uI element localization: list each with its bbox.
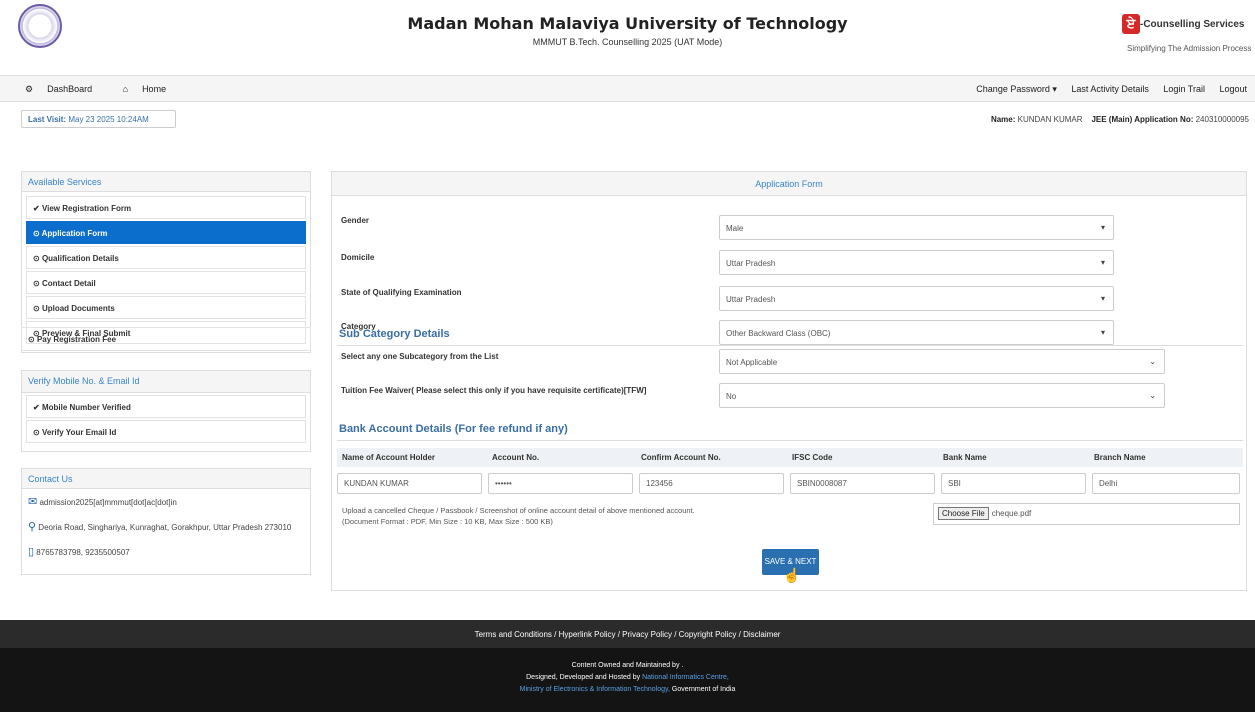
service-qualification-details[interactable]: ⊙ Qualification Details bbox=[26, 246, 306, 269]
subcategory-label: Select any one Subcategory from the List bbox=[341, 352, 499, 361]
contact-phone: 8765783798, 9235500507 bbox=[36, 548, 130, 557]
chevron-down-icon: ▾ bbox=[1100, 294, 1105, 303]
gender-select[interactable]: Male ▾ bbox=[719, 215, 1114, 240]
col-account-holder: Name of Account Holder bbox=[342, 453, 436, 462]
cheque-file-input[interactable]: Choose File cheque.pdf bbox=[933, 503, 1240, 525]
nic-link[interactable]: National Informatics Centre, bbox=[642, 674, 729, 681]
top-navbar: ⚙ DashBoard ⌂ Home Change Password ▾ Last … bbox=[0, 75, 1255, 102]
email-icon: ✉ bbox=[28, 496, 38, 508]
col-confirm-account-no: Confirm Account No. bbox=[641, 453, 721, 462]
ifsc-code-input[interactable]: SBIN0008087 bbox=[790, 473, 935, 494]
nav-last-activity[interactable]: Last Activity Details bbox=[1071, 84, 1149, 94]
footer-links[interactable]: Terms and Conditions / Hyperlink Policy … bbox=[0, 620, 1255, 648]
verify-email-item[interactable]: ⊙ Verify Your Email Id bbox=[26, 420, 306, 443]
category-select[interactable]: Other Backward Class (OBC) ▾ bbox=[719, 320, 1114, 345]
verify-panel: Verify Mobile No. & Email Id ✔ Mobile Nu… bbox=[21, 370, 311, 452]
last-visit-value: May 23 2025 10:24AM bbox=[68, 115, 149, 124]
chevron-down-icon: ▾ bbox=[1100, 223, 1105, 232]
divider bbox=[337, 440, 1243, 441]
gender-label: Gender bbox=[341, 216, 370, 225]
service-contact-detail[interactable]: ⊙ Contact Detail bbox=[26, 271, 306, 294]
page-header: Madan Mohan Malaviya University of Techn… bbox=[0, 0, 1255, 68]
state-qualifying-select[interactable]: Uttar Pradesh ▾ bbox=[719, 286, 1114, 311]
circle-icon: ⊙ bbox=[28, 335, 35, 344]
services-panel-title: Available Services bbox=[22, 172, 310, 192]
nav-login-trail[interactable]: Login Trail bbox=[1163, 84, 1205, 94]
state-qualifying-label: State of Qualifying Examination bbox=[341, 288, 462, 297]
nav-logout[interactable]: Logout bbox=[1219, 84, 1247, 94]
col-account-no: Account No. bbox=[492, 453, 540, 462]
dashboard-icon: ⚙ bbox=[25, 84, 34, 94]
university-title: Madan Mohan Malaviya University of Techn… bbox=[407, 14, 848, 33]
circle-icon: ⊙ bbox=[33, 229, 40, 238]
contact-email: admission2025[at]mmmut[dot]ac[dot]in bbox=[39, 498, 177, 507]
confirm-account-no-input[interactable]: 123456 bbox=[639, 473, 784, 494]
col-ifsc-code: IFSC Code bbox=[792, 453, 833, 462]
footer-credits: Content Owned and Maintained by . Design… bbox=[0, 648, 1255, 712]
col-bank-name: Bank Name bbox=[943, 453, 987, 462]
counselling-services-title: -Counselling Services bbox=[1140, 19, 1245, 30]
choose-file-button[interactable]: Choose File bbox=[938, 507, 989, 520]
check-icon: ✔ bbox=[33, 204, 40, 213]
verify-panel-title: Verify Mobile No. & Email Id bbox=[22, 371, 310, 393]
check-icon: ✔ bbox=[33, 403, 40, 412]
bank-table-header: Name of Account Holder Account No. Confi… bbox=[337, 448, 1243, 467]
col-branch-name: Branch Name bbox=[1094, 453, 1146, 462]
subcategory-heading: Sub Category Details bbox=[339, 328, 450, 340]
service-upload-documents[interactable]: ⊙ Upload Documents bbox=[26, 296, 306, 319]
meity-link[interactable]: Ministry of Electronics & Information Te… bbox=[520, 686, 670, 693]
circle-icon: ⊙ bbox=[33, 279, 40, 288]
chevron-down-icon: ▾ bbox=[1100, 328, 1105, 337]
user-name: KUNDAN KUMAR bbox=[1017, 115, 1083, 124]
bank-heading: Bank Account Details (For fee refund if … bbox=[339, 423, 568, 435]
portal-subtitle: MMMUT B.Tech. Counselling 2025 (UAT Mode… bbox=[532, 37, 723, 47]
account-no-input[interactable]: •••••• bbox=[488, 473, 633, 494]
chevron-down-icon: ⌄ bbox=[1149, 357, 1156, 366]
domicile-label: Domicile bbox=[341, 253, 375, 262]
branch-name-input[interactable]: Delhi bbox=[1092, 473, 1240, 494]
tfw-label: Tuition Fee Waiver( Please select this o… bbox=[341, 386, 647, 395]
nav-change-password[interactable]: Change Password ▾ bbox=[976, 84, 1057, 94]
contact-address: Deoria Road, Singhariya, Kunraghat, Gora… bbox=[38, 523, 292, 532]
last-visit-label: Last Visit: bbox=[28, 115, 67, 124]
home-icon: ⌂ bbox=[122, 84, 129, 94]
counselling-logo-icon: ਏ bbox=[1122, 14, 1140, 34]
domicile-select[interactable]: Uttar Pradesh ▾ bbox=[719, 250, 1114, 275]
application-number: 240310000095 bbox=[1195, 115, 1249, 124]
mobile-verified-item[interactable]: ✔ Mobile Number Verified bbox=[26, 395, 306, 418]
contact-panel: Contact Us ✉ admission2025[at]mmmut[dot]… bbox=[21, 468, 311, 575]
nav-home[interactable]: ⌂ Home bbox=[123, 84, 180, 94]
service-pay-registration-fee[interactable]: ⊙ Pay Registration Fee bbox=[21, 327, 311, 351]
location-pin-icon: ⚲ bbox=[28, 521, 37, 533]
selected-file-name: cheque.pdf bbox=[991, 509, 1032, 518]
account-holder-input[interactable]: KUNDAN KUMAR bbox=[337, 473, 482, 494]
form-title: Application Form bbox=[332, 172, 1246, 196]
chevron-down-icon: ▾ bbox=[1100, 258, 1105, 267]
counselling-tagline: Simplifying The Admission Process bbox=[1127, 44, 1252, 53]
last-visit-box: Last Visit: May 23 2025 10:24AM bbox=[21, 110, 176, 128]
circle-icon: ⊙ bbox=[33, 304, 40, 313]
application-form-panel: Application Form Gender Male ▾ Domicile U… bbox=[331, 171, 1247, 591]
phone-icon: ▯ bbox=[28, 546, 35, 558]
hand-cursor-icon: ☝ bbox=[783, 567, 801, 583]
service-view-registration[interactable]: ✔ View Registration Form bbox=[26, 196, 306, 219]
divider bbox=[337, 345, 1243, 346]
contact-panel-title: Contact Us bbox=[22, 469, 310, 489]
footer-owned: Content Owned and Maintained by . bbox=[571, 662, 684, 669]
nav-dashboard[interactable]: ⚙ DashBoard bbox=[25, 84, 106, 94]
tfw-select[interactable]: No ⌄ bbox=[719, 383, 1165, 408]
services-panel: Available Services ✔ View Registration F… bbox=[21, 171, 311, 353]
subcategory-select[interactable]: Not Applicable ⌄ bbox=[719, 349, 1165, 374]
bank-name-input[interactable]: SBI bbox=[941, 473, 1086, 494]
user-info: Name: KUNDAN KUMAR JEE (Main) Applicatio… bbox=[990, 115, 1249, 124]
circle-icon: ⊙ bbox=[33, 428, 40, 437]
upload-instructions: Upload a cancelled Cheque / Passbook / S… bbox=[342, 506, 695, 526]
chevron-down-icon: ⌄ bbox=[1149, 391, 1156, 400]
circle-icon: ⊙ bbox=[33, 254, 40, 263]
service-application-form[interactable]: ⊙ Application Form bbox=[26, 221, 306, 244]
